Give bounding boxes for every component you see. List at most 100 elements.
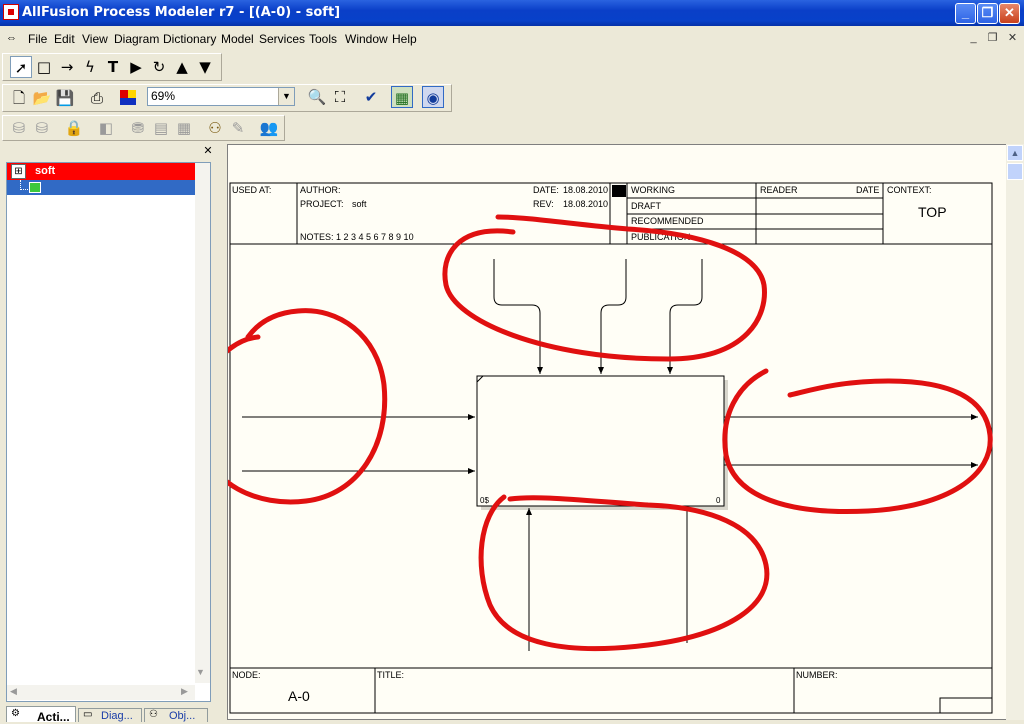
report-icon: ▤ <box>153 119 169 137</box>
tab-icon: ⚙ <box>11 708 20 719</box>
menu-diagram[interactable]: Diagram <box>114 32 159 46</box>
open-folder-icon[interactable]: 📂 <box>31 87 53 109</box>
tab-icon: ▭ <box>83 709 93 720</box>
activity-tree[interactable]: ⊞ soft ▼ ◀ ▶ <box>6 162 211 702</box>
tree-hscroll[interactable]: ◀ ▶ <box>7 685 195 700</box>
go-down-icon[interactable]: ▼ <box>194 56 216 78</box>
model-explorer-icon[interactable]: ▦ <box>391 86 413 108</box>
close-icon[interactable]: ✕ <box>999 3 1020 24</box>
scroll-thumb[interactable] <box>1007 163 1023 180</box>
print-icon[interactable]: ⎙ <box>86 87 108 109</box>
menu-bar: ⇔ File Edit View Diagram Dictionary Mode… <box>0 27 1024 49</box>
window-title: AllFusion Process Modeler r7 - [(A-0) - … <box>22 5 341 20</box>
zoom-in-icon[interactable]: 🔍 <box>306 86 328 108</box>
tab-label: Diag... <box>101 710 133 722</box>
menu-services[interactable]: Services <box>259 32 305 46</box>
author-label: AUTHOR: <box>300 185 341 195</box>
tool-icon: ✎ <box>231 119 245 137</box>
project-label: PROJECT: <box>300 199 344 209</box>
diagram-navigator-icon[interactable]: ▶ <box>125 56 147 78</box>
title-label: TITLE: <box>377 670 404 680</box>
zoom-fit-icon[interactable]: ⛶ <box>329 86 351 108</box>
canvas-vscroll[interactable]: ▲ <box>1006 144 1024 720</box>
menu-window[interactable]: Window <box>345 32 388 46</box>
tab-icon: ⚇ <box>149 709 158 720</box>
date-label: DATE: <box>533 185 559 195</box>
activity-box[interactable] <box>476 375 725 507</box>
tree-item-soft[interactable]: ⊞ soft <box>7 163 195 180</box>
minimize-icon[interactable]: _ <box>955 3 976 24</box>
tab-label: Acti... <box>37 710 70 724</box>
scroll-up-icon[interactable]: ▲ <box>1007 145 1023 161</box>
globe-icon[interactable]: ◉ <box>422 86 444 108</box>
rev-value: 18.08.2010 <box>563 199 608 209</box>
squiggle-tool-icon[interactable]: ϟ <box>79 56 101 78</box>
tree-item-a0[interactable] <box>7 180 195 195</box>
chevron-down-icon[interactable]: ▼ <box>278 88 294 105</box>
tab-label: Obj... <box>169 710 196 722</box>
context-value: TOP <box>918 204 947 220</box>
model-mart-icon: ⛃ <box>131 119 145 137</box>
refresh-icon[interactable]: ↻ <box>148 56 170 78</box>
pointer-icon[interactable]: ➚ <box>10 56 32 78</box>
mdi-minimize-icon[interactable]: _ <box>966 31 981 45</box>
date-value: 18.08.2010 <box>563 185 608 195</box>
arrow-tool-icon[interactable]: → <box>56 56 78 78</box>
mdi-close-icon[interactable]: ✕ <box>1005 31 1020 45</box>
diagram-canvas[interactable]: USED AT: AUTHOR: PROJECT: soft NOTES: 1 … <box>227 144 1007 720</box>
close-panel-icon[interactable]: ✕ <box>202 145 214 157</box>
scroll-left-icon[interactable]: ◀ <box>10 686 17 697</box>
doc-icon[interactable]: ⇔ <box>6 32 20 44</box>
node-value: A-0 <box>288 688 310 704</box>
menu-edit[interactable]: Edit <box>54 32 75 46</box>
model-toolbar: ⛁ ⛁ 🔒 ◧ ⛃ ▤ ▦ ⚇ ✎ 👥 <box>2 115 285 141</box>
cube-icon: ◧ <box>98 119 114 137</box>
spell-check-icon[interactable]: ✔ <box>360 86 382 108</box>
mdi-restore-icon[interactable]: ❐ <box>985 31 1000 45</box>
grid-icon: ▦ <box>176 119 192 137</box>
drawing-toolbar: ➚ □ → ϟ T ▶ ↻ ▲ ▼ <box>2 53 222 81</box>
box-tool-icon[interactable]: □ <box>33 56 55 78</box>
zoom-select[interactable]: 69% ▼ <box>147 87 295 106</box>
restore-icon[interactable]: ❐ <box>977 3 998 24</box>
number-label: NUMBER: <box>796 670 838 680</box>
zoom-value: 69% <box>151 89 176 103</box>
menu-tools[interactable]: Tools <box>309 32 337 46</box>
people-icon[interactable]: 👥 <box>258 117 280 139</box>
activity-number: 0 <box>716 496 721 505</box>
save-icon[interactable]: 💾 <box>54 87 76 109</box>
title-bar[interactable]: AllFusion Process Modeler r7 - [(A-0) - … <box>0 0 1024 26</box>
reader-label: READER <box>760 185 798 195</box>
menu-dictionary[interactable]: Dictionary <box>163 32 216 46</box>
project-value: soft <box>352 199 367 209</box>
reader-date-label: DATE <box>856 185 879 195</box>
status-draft: DRAFT <box>631 201 661 211</box>
app-icon <box>3 4 19 20</box>
used-at-label: USED AT: <box>232 185 271 195</box>
scroll-down-icon[interactable]: ▼ <box>196 667 205 677</box>
checkin-icon: ⛁ <box>35 119 49 137</box>
status-marker <box>612 185 626 197</box>
text-tool-icon[interactable]: T <box>102 56 124 78</box>
user-icon[interactable]: ⚇ <box>204 117 226 139</box>
menu-model[interactable]: Model <box>221 32 254 46</box>
lock-icon: 🔒 <box>64 119 84 137</box>
menu-help[interactable]: Help <box>392 32 417 46</box>
color-icon[interactable] <box>120 90 136 105</box>
go-up-icon[interactable]: ▲ <box>171 56 193 78</box>
tree-item-label: soft <box>35 165 56 177</box>
status-working: WORKING <box>631 185 675 195</box>
activity-cost: 0$ <box>480 496 489 505</box>
rev-label: REV: <box>533 199 554 209</box>
activity-icon <box>29 182 41 193</box>
scroll-right-icon[interactable]: ▶ <box>181 686 188 697</box>
tree-vscroll[interactable]: ▼ <box>195 163 210 683</box>
menu-view[interactable]: View <box>82 32 108 46</box>
model-node-icon: ⊞ <box>11 164 26 179</box>
new-file-icon[interactable]: 🗋 <box>8 87 30 109</box>
notes-label: NOTES: 1 2 3 4 5 6 7 8 9 10 <box>300 232 414 242</box>
node-label: NODE: <box>232 670 261 680</box>
context-label: CONTEXT: <box>887 185 932 195</box>
menu-file[interactable]: File <box>28 32 47 46</box>
idef0-diagram[interactable]: USED AT: AUTHOR: PROJECT: soft NOTES: 1 … <box>228 145 1006 719</box>
